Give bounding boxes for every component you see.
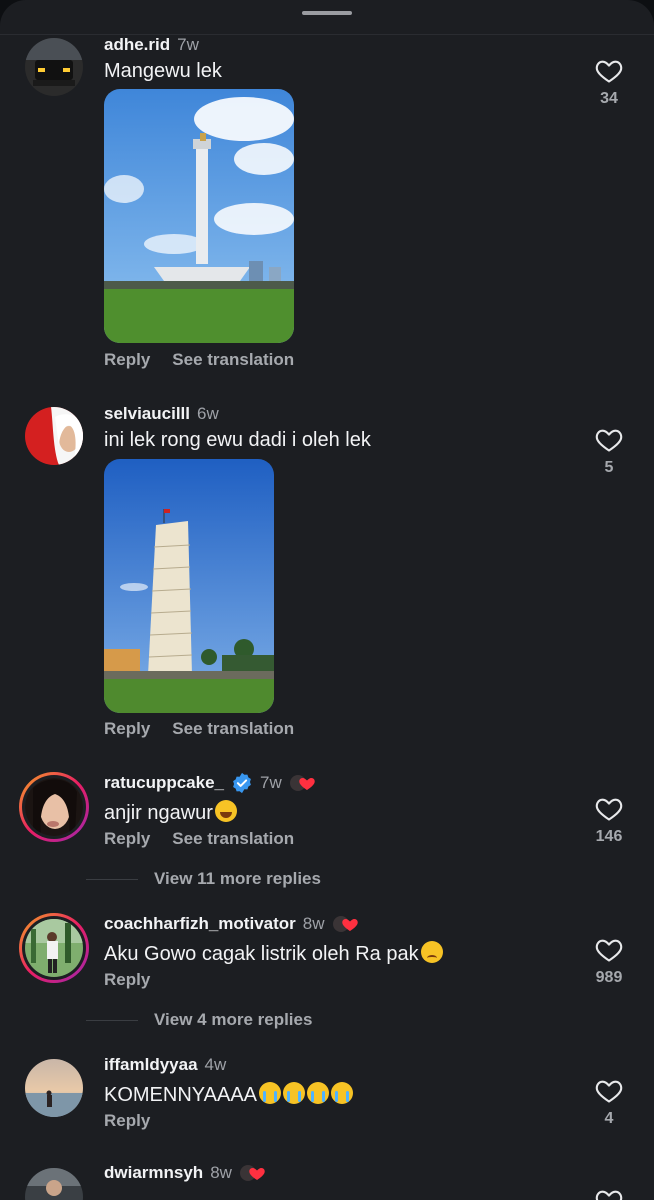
comment-text: KOMENNYAAAA xyxy=(104,1082,353,1107)
like-control[interactable]: 34 xyxy=(589,58,629,108)
heart-outline-icon[interactable] xyxy=(595,1078,623,1104)
comment-header: ratucuppcake_ 7w xyxy=(104,772,315,794)
reply-button[interactable]: Reply xyxy=(104,719,150,739)
creator-heart-badge-icon xyxy=(239,1165,265,1181)
reply-button[interactable]: Reply xyxy=(104,350,150,370)
avatar[interactable] xyxy=(25,407,83,465)
creator-heart-badge-icon xyxy=(289,775,315,791)
laughing-emoji-icon xyxy=(214,800,237,822)
view-more-replies[interactable]: View 4 more replies xyxy=(86,1010,312,1030)
comment-header: iffamldyyaa 4w xyxy=(104,1054,226,1076)
comment-text: ini lek rong ewu dadi i oleh lek xyxy=(104,429,371,451)
view-more-replies-label[interactable]: View 4 more replies xyxy=(154,1010,312,1030)
username[interactable]: iffamldyyaa xyxy=(104,1055,198,1075)
avatar[interactable] xyxy=(25,1059,83,1117)
crying-emoji-icon xyxy=(331,1082,353,1104)
comment-photo-monument[interactable] xyxy=(104,89,294,343)
username[interactable]: adhe.rid xyxy=(104,35,170,55)
heart-outline-icon[interactable] xyxy=(595,796,623,822)
avatar[interactable] xyxy=(19,913,89,983)
avatar[interactable] xyxy=(19,772,89,842)
comment-text-content: anjir ngawur xyxy=(104,802,213,824)
timestamp: 7w xyxy=(260,773,282,792)
see-translation-button[interactable]: See translation xyxy=(172,829,294,849)
username[interactable]: coachharfizh_motivator xyxy=(104,914,296,934)
reply-button[interactable]: Reply xyxy=(104,1111,150,1131)
comment-header: coachharfizh_motivator 8w xyxy=(104,913,358,935)
heart-outline-icon[interactable] xyxy=(595,1188,623,1200)
crying-emoji-icon xyxy=(307,1082,329,1104)
like-control[interactable]: 4 xyxy=(589,1078,629,1128)
heart-outline-icon[interactable] xyxy=(595,937,623,963)
username[interactable]: selviaucilll xyxy=(104,404,190,424)
comment-actions: Reply See translation xyxy=(104,829,294,849)
avatar[interactable] xyxy=(25,1168,83,1200)
comment-actions: Reply xyxy=(104,970,150,990)
comment-text: anjir ngawur xyxy=(104,800,237,825)
timestamp: 6w xyxy=(197,404,219,423)
sad-emoji-icon xyxy=(420,941,443,963)
comment-photo-tower[interactable] xyxy=(104,459,274,713)
like-count: 5 xyxy=(604,459,614,476)
comment-header: dwiarmnsyh 8w xyxy=(104,1162,265,1184)
verified-badge-icon xyxy=(233,772,251,794)
avatar[interactable] xyxy=(25,38,83,96)
comment-header: adhe.rid 7w xyxy=(104,34,199,56)
replies-line xyxy=(86,878,138,880)
sheet-divider xyxy=(0,34,654,35)
comment-actions: Reply See translation xyxy=(104,350,294,370)
timestamp: 8w xyxy=(210,1163,232,1182)
timestamp: 7w xyxy=(177,35,199,54)
crying-emoji-icon xyxy=(283,1082,305,1104)
heart-outline-icon[interactable] xyxy=(595,58,623,84)
username[interactable]: ratucuppcake_ xyxy=(104,773,224,793)
like-control[interactable]: 146 xyxy=(589,796,629,846)
view-more-replies-label[interactable]: View 11 more replies xyxy=(154,869,321,889)
like-control[interactable]: 989 xyxy=(589,937,629,987)
reply-button[interactable]: Reply xyxy=(104,970,150,990)
reply-button[interactable]: Reply xyxy=(104,829,150,849)
comment-text-content: KOMENNYAAAA xyxy=(104,1084,257,1106)
comment-header: selviaucilll 6w xyxy=(104,403,219,425)
comment-actions: Reply See translation xyxy=(104,719,294,739)
comment-text-content: Aku Gowo cagak listrik oleh Ra pak xyxy=(104,943,419,965)
timestamp: 8w xyxy=(302,914,325,933)
comment-actions: Reply xyxy=(104,1111,150,1131)
view-more-replies[interactable]: View 11 more replies xyxy=(86,869,321,889)
timestamp: 4w xyxy=(204,1055,227,1074)
like-control[interactable]: 5 xyxy=(589,427,629,477)
username[interactable]: dwiarmnsyh xyxy=(104,1163,203,1183)
creator-heart-badge-icon xyxy=(332,916,358,932)
see-translation-button[interactable]: See translation xyxy=(172,350,294,370)
replies-line xyxy=(86,1019,138,1021)
like-count: 989 xyxy=(595,969,623,986)
comment-text: Mangewu lek xyxy=(104,60,222,82)
comment-text: Aku Gowo cagak listrik oleh Ra pak xyxy=(104,941,443,966)
comments-sheet: adhe.rid 7w Mangewu lek Reply See transl… xyxy=(0,0,654,1200)
drag-handle[interactable] xyxy=(302,11,352,15)
like-count: 146 xyxy=(595,828,623,845)
like-control[interactable] xyxy=(589,1188,629,1200)
heart-outline-icon[interactable] xyxy=(595,427,623,453)
like-count: 4 xyxy=(604,1110,614,1127)
crying-emoji-icon xyxy=(259,1082,281,1104)
like-count: 34 xyxy=(600,90,618,107)
see-translation-button[interactable]: See translation xyxy=(172,719,294,739)
